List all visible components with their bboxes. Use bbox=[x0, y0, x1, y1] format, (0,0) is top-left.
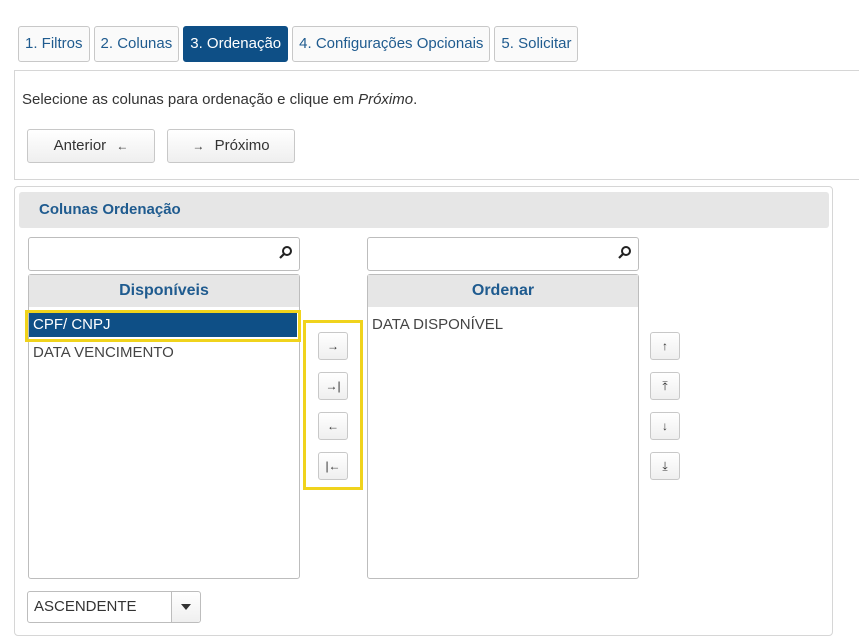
tab-filtros[interactable]: 1. Filtros bbox=[18, 26, 90, 62]
move-right-button[interactable]: → bbox=[318, 332, 348, 360]
available-header: Disponíveis bbox=[29, 275, 299, 307]
wizard-tabs: 1. Filtros 2. Colunas 3. Ordenação 4. Co… bbox=[18, 26, 579, 62]
panel-title: Colunas Ordenação bbox=[19, 192, 829, 228]
arrow-left-icon: ← bbox=[327, 419, 339, 433]
instruction-main: Selecione as colunas para ordenação e cl… bbox=[22, 91, 359, 108]
available-search bbox=[28, 237, 300, 271]
next-button[interactable]: → Próximo bbox=[167, 129, 295, 163]
arrow-right-to-bar-icon: →| bbox=[325, 379, 341, 393]
arrow-right-icon: → bbox=[327, 339, 339, 353]
instruction-suffix: . bbox=[413, 91, 418, 108]
ordered-header: Ordenar bbox=[368, 275, 638, 307]
arrow-left-to-bar-icon: |← bbox=[325, 459, 341, 473]
tab-ordenacao[interactable]: 3. Ordenação bbox=[183, 26, 289, 62]
ordered-search-input[interactable] bbox=[368, 238, 610, 270]
available-search-input[interactable] bbox=[29, 238, 271, 270]
move-down-button[interactable]: ↓ bbox=[650, 412, 680, 440]
move-all-left-button[interactable]: |← bbox=[318, 452, 348, 480]
tab-configuracoes-opcionais[interactable]: 4. Configurações Opcionais bbox=[292, 26, 491, 62]
search-icon[interactable] bbox=[618, 245, 632, 259]
sort-direction-value: ASCENDENTE bbox=[34, 598, 137, 615]
move-bottom-button[interactable]: ⤓ bbox=[650, 452, 680, 480]
available-item-cpf-cnpj[interactable]: CPF/ CNPJ bbox=[29, 313, 297, 337]
previous-label: Anterior bbox=[53, 137, 107, 154]
arrow-down-icon: ↓ bbox=[662, 419, 668, 433]
ordered-item-data-disponivel[interactable]: DATA DISPONÍVEL bbox=[368, 313, 636, 337]
arrow-up-icon: ↑ bbox=[662, 339, 668, 353]
move-top-button[interactable]: ⤒ bbox=[650, 372, 680, 400]
previous-button[interactable]: Anterior ← bbox=[27, 129, 155, 163]
tab-solicitar[interactable]: 5. Solicitar bbox=[494, 26, 579, 62]
move-all-right-button[interactable]: →| bbox=[318, 372, 348, 400]
next-label: Próximo bbox=[214, 137, 270, 154]
arrow-up-to-bar-icon: ⤒ bbox=[662, 379, 668, 393]
instruction-text: Selecione as colunas para ordenação e cl… bbox=[22, 91, 417, 108]
instruction-emphasis: Próximo bbox=[358, 91, 414, 108]
ordered-search bbox=[367, 237, 639, 271]
chevron-down-icon[interactable] bbox=[171, 592, 200, 622]
tab-colunas[interactable]: 2. Colunas bbox=[93, 26, 180, 62]
available-item-data-vencimento[interactable]: DATA VENCIMENTO bbox=[29, 341, 297, 365]
step-toolbar bbox=[14, 70, 859, 180]
arrow-down-to-bar-icon: ⤓ bbox=[662, 459, 668, 473]
arrow-right-icon: → bbox=[192, 139, 205, 153]
move-left-button[interactable]: ← bbox=[318, 412, 348, 440]
arrow-left-icon: ← bbox=[116, 139, 129, 153]
move-up-button[interactable]: ↑ bbox=[650, 332, 680, 360]
search-icon[interactable] bbox=[279, 245, 293, 259]
sort-direction-select[interactable]: ASCENDENTE bbox=[27, 591, 201, 623]
